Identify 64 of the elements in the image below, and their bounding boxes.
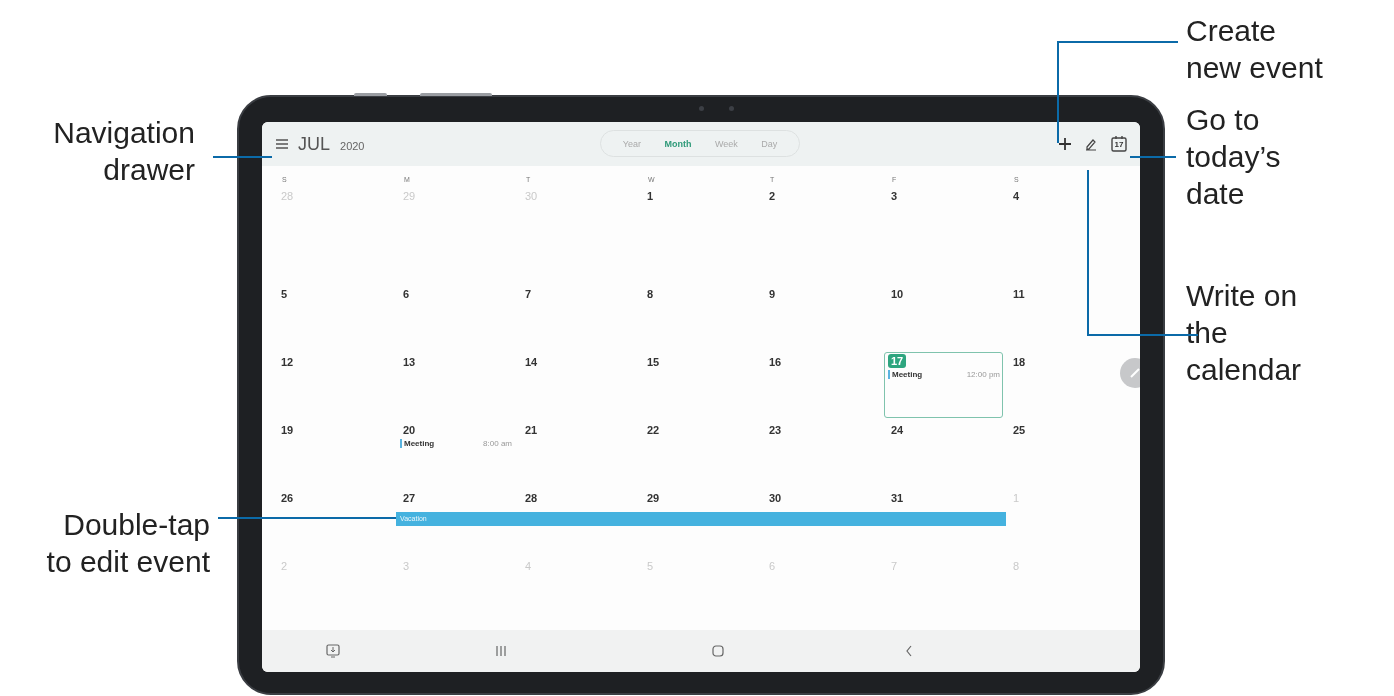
day-number: 3 [890, 189, 899, 203]
leader-line [1129, 156, 1177, 158]
day-number: 23 [768, 423, 783, 437]
day-number: 29 [646, 491, 661, 505]
day-number: 1 [646, 189, 655, 203]
screen-icon[interactable] [326, 644, 340, 658]
day-number: 28 [524, 491, 539, 505]
event-item[interactable]: Meeting 12:00 pm [888, 370, 1000, 379]
today-calendar-button[interactable]: 17 [1110, 135, 1128, 153]
today-cell[interactable]: 17 Meeting 12:00 pm [884, 352, 1003, 418]
day-number: 18 [1012, 355, 1027, 369]
day-number: 9 [768, 287, 777, 301]
plus-icon[interactable] [1058, 137, 1072, 151]
view-tab[interactable]: Year [619, 136, 644, 151]
month-title: JUL [298, 133, 330, 155]
day-number: 2 [768, 189, 777, 203]
day-number: 10 [890, 287, 905, 301]
event-item[interactable]: Meeting 8:00 am [400, 439, 512, 448]
day-number: 11 [1012, 287, 1026, 301]
day-number: 8 [646, 287, 655, 301]
recent-apps-icon[interactable] [496, 645, 506, 657]
day-number: 22 [646, 423, 661, 437]
callout-label: Write on the calendar [1186, 278, 1303, 388]
day-number: 21 [524, 423, 539, 437]
event-title: Meeting [404, 439, 435, 448]
event-time: 8:00 am [483, 439, 512, 448]
event-time: 12:00 pm [966, 370, 1000, 379]
day-number: 16 [768, 355, 783, 369]
camera-dot [699, 106, 704, 111]
today-badge: 17 [888, 354, 907, 368]
leader-line [212, 156, 273, 158]
day-number: 12 [280, 355, 295, 369]
day-number: 13 [402, 355, 417, 369]
camera-dot [729, 106, 734, 111]
home-icon[interactable] [712, 645, 724, 657]
day-number: 24 [890, 423, 905, 437]
back-icon[interactable] [905, 645, 913, 657]
day-number: 4 [1012, 189, 1021, 203]
view-tab[interactable]: Month [661, 136, 695, 151]
view-tab[interactable]: Week [711, 136, 741, 151]
callout-label: Navigation drawer [52, 115, 195, 188]
day-number: 27 [402, 491, 417, 505]
year-label: 2020 [340, 140, 365, 152]
day-number: 26 [280, 491, 295, 505]
pen-icon[interactable] [1084, 137, 1098, 151]
day-number: 30 [768, 491, 783, 505]
day-number: 15 [646, 355, 661, 369]
callout-label: Create new event [1186, 13, 1324, 86]
side-key [420, 93, 492, 96]
day-number: 6 [402, 287, 411, 301]
day-number: 5 [280, 287, 289, 301]
day-number: 20 [402, 423, 417, 437]
day-number: 19 [280, 423, 295, 437]
pen-icon [1129, 367, 1140, 379]
day-number: 25 [1012, 423, 1027, 437]
callout-label: Double-tap to edit event [45, 507, 210, 580]
day-number: 14 [524, 355, 539, 369]
day-number: 7 [524, 287, 533, 301]
menu-icon[interactable] [276, 139, 288, 149]
view-tab[interactable]: Day [758, 136, 781, 151]
side-key [354, 93, 387, 96]
callout-label: Go to today’s date [1186, 102, 1282, 212]
day-number: 31 [890, 491, 905, 505]
event-title: Meeting [892, 370, 923, 379]
